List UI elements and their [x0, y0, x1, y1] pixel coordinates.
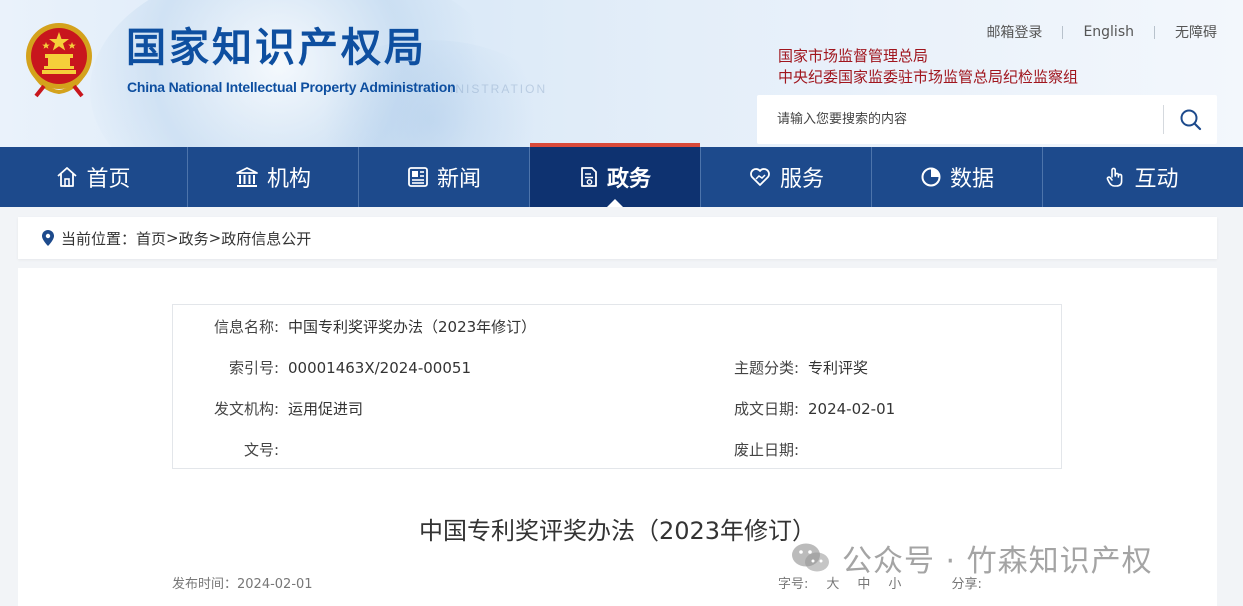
site-logo-subtitle[interactable]: China National Intellectual Property Adm… — [127, 79, 456, 95]
nav-item-organization[interactable]: 机构 — [188, 147, 359, 207]
nav-item-label: 服务 — [779, 167, 824, 192]
info-row-issuer: 发文机构: 运用促进司 成文日期: 2024-02-01 — [173, 399, 1061, 419]
nav-item-label: 新闻 — [436, 167, 481, 192]
breadcrumb-home[interactable]: 首页 — [136, 228, 166, 249]
info-row-index: 索引号: 00001463X/2024-00051 主题分类: 专利评奖 — [173, 358, 1061, 378]
top-link-separator — [1062, 25, 1064, 39]
home-icon — [56, 166, 78, 188]
wechat-watermark-text: 公众号 · 竹森知识产权 — [842, 544, 1153, 579]
breadcrumb-info-disclosure[interactable]: 政府信息公开 — [221, 228, 311, 249]
news-icon — [407, 166, 429, 188]
nav-item-label: 机构 — [266, 167, 311, 192]
breadcrumb: 当前位置： 首页 > 政务 > 政府信息公开 — [18, 217, 1217, 259]
nav-item-services[interactable]: 服务 — [701, 147, 872, 207]
top-link-separator — [1154, 25, 1155, 39]
site-logo-title[interactable]: 国家知识产权局 — [126, 24, 427, 72]
info-date-value: 2024-02-01 — [808, 400, 896, 418]
nav-item-government-affairs[interactable]: 政务 — [530, 143, 701, 207]
building-icon — [235, 166, 259, 188]
heart-hand-icon — [748, 166, 772, 188]
publish-time-label: 发布时间： — [172, 577, 238, 592]
document-icon — [579, 166, 599, 188]
location-pin-icon — [42, 230, 54, 246]
info-name-label: 信息名称: — [213, 318, 279, 336]
accessibility-link[interactable]: 无障碍 — [1175, 22, 1217, 42]
nav-item-label: 首页 — [86, 167, 131, 192]
mail-login-link[interactable]: 邮箱登录 — [986, 22, 1042, 42]
nav-item-data[interactable]: 数据 — [872, 147, 1043, 207]
nav-item-label: 数据 — [949, 167, 994, 192]
breadcrumb-separator: > — [166, 229, 179, 247]
nav-item-home[interactable]: 首页 — [0, 147, 188, 207]
search-box — [757, 95, 1217, 144]
nav-item-news[interactable]: 新闻 — [359, 147, 530, 207]
info-index-value: 00001463X/2024-00051 — [288, 359, 471, 377]
info-row-name: 信息名称: 中国专利奖评奖办法（2023年修订） — [173, 317, 1061, 337]
discipline-dept-link[interactable]: 中央纪委国家监委驻市场监管总局纪检监察组 — [778, 66, 1078, 87]
info-abolish-label: 废止日期: — [733, 441, 799, 459]
nav-item-interaction[interactable]: 互动 — [1043, 147, 1240, 207]
parent-dept-link[interactable]: 国家市场监督管理总局 — [778, 45, 928, 66]
english-link[interactable]: English — [1083, 24, 1134, 40]
national-emblem-icon[interactable] — [22, 20, 96, 98]
wechat-watermark: 公众号 · 竹森知识产权 — [790, 536, 1153, 580]
info-index-label: 索引号: — [228, 359, 279, 377]
main-nav: 首页 机构 新闻 政务 服务 数据 互动 — [0, 143, 1243, 207]
wechat-icon — [790, 540, 832, 576]
publish-time-value: 2024-02-01 — [237, 577, 313, 592]
info-issuer-value: 运用促进司 — [288, 400, 364, 418]
hand-pointer-icon — [1104, 166, 1126, 188]
breadcrumb-government-affairs[interactable]: 政务 — [179, 228, 209, 249]
publish-time: 发布时间：2024-02-01 — [172, 573, 313, 592]
search-button[interactable] — [1164, 95, 1217, 144]
info-issuer-label: 发文机构: — [213, 400, 279, 418]
info-row-docno: 文号: 废止日期: — [173, 440, 1061, 460]
nav-item-label: 互动 — [1134, 167, 1179, 192]
info-name-value: 中国专利奖评奖办法（2023年修订） — [288, 318, 537, 336]
info-date-label: 成文日期: — [733, 400, 799, 418]
search-icon — [1180, 109, 1201, 130]
site-header: INISTRATION 国家知识产权局 China National Intel… — [0, 0, 1243, 147]
document-info-table: 信息名称: 中国专利奖评奖办法（2023年修订） 索引号: 00001463X/… — [172, 304, 1062, 469]
info-topic-label: 主题分类: — [733, 359, 799, 377]
header-watermark-text: INISTRATION — [450, 82, 548, 96]
nav-item-label: 政务 — [606, 167, 651, 192]
info-topic-value: 专利评奖 — [808, 359, 869, 377]
info-docno-label: 文号: — [243, 441, 279, 459]
breadcrumb-separator: > — [208, 229, 222, 247]
top-links: 邮箱登录 English 无障碍 — [986, 22, 1217, 42]
breadcrumb-prefix: 当前位置： — [61, 229, 137, 248]
pie-chart-icon — [920, 166, 942, 188]
search-input[interactable] — [757, 95, 1162, 144]
